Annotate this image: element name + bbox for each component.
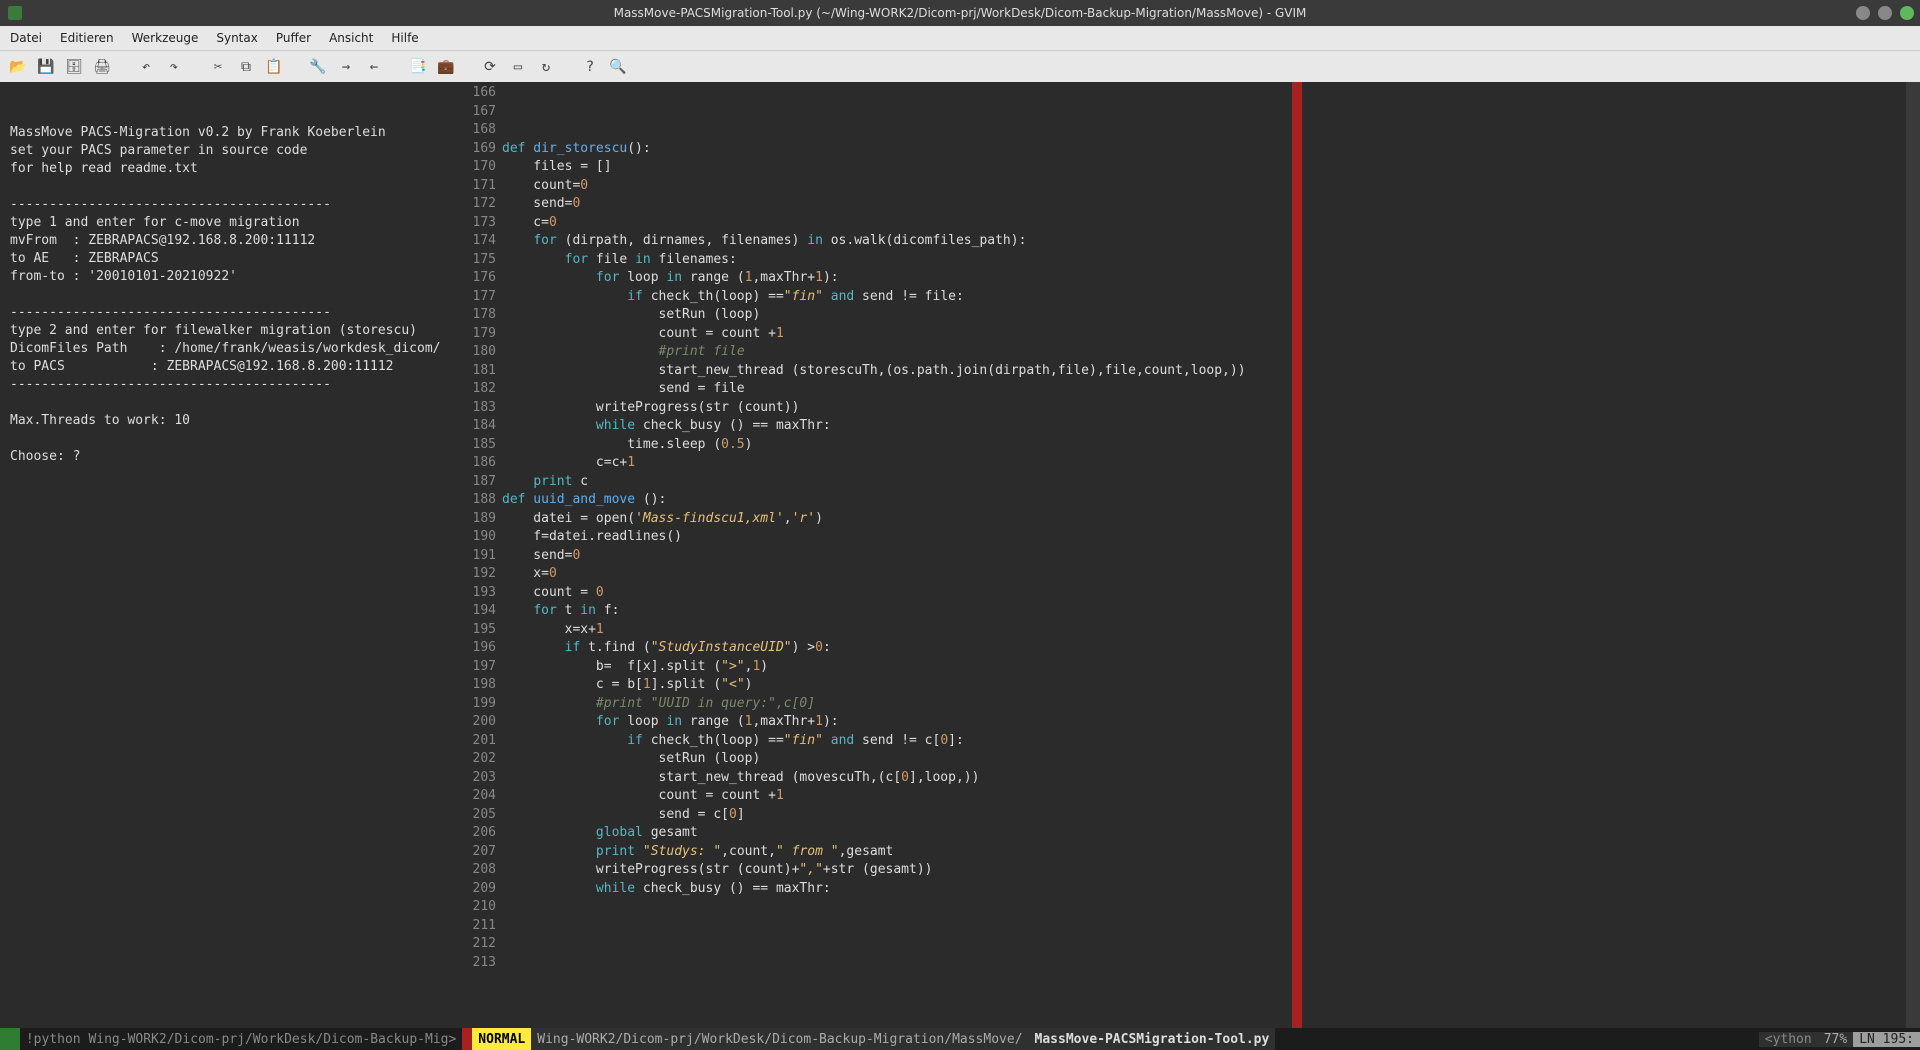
left-pane-terminal[interactable]: MassMove PACS-Migration v0.2 by Frank Ko… <box>0 82 460 1028</box>
line-number-gutter: 166 167 168 169 170 171 172 173 174 175 … <box>460 82 502 1028</box>
menu-editieren[interactable]: Editieren <box>60 31 114 45</box>
code-line[interactable]: #print file <box>502 343 1906 362</box>
redo-icon[interactable]: ↷ <box>162 55 186 79</box>
copy-icon[interactable]: ⧉ <box>234 55 258 79</box>
code-line[interactable]: for loop in range (1,maxThr+1): <box>502 269 1906 288</box>
new-session-icon[interactable]: 📑 <box>406 55 430 79</box>
menu-syntax[interactable]: Syntax <box>216 31 257 45</box>
save-session-icon[interactable]: 💼 <box>434 55 458 79</box>
window-title: MassMove-PACSMigration-Tool.py (~/Wing-W… <box>614 6 1307 20</box>
code-line[interactable]: x=x+1 <box>502 621 1906 640</box>
code-line[interactable]: if t.find ("StudyInstanceUID") >0: <box>502 639 1906 658</box>
code-line[interactable]: print c <box>502 473 1906 492</box>
status-mode: NORMAL <box>472 1028 531 1050</box>
status-filename: MassMove-PACSMigration-Tool.py <box>1029 1028 1276 1050</box>
menubar: Datei Editieren Werkzeuge Syntax Puffer … <box>0 26 1920 50</box>
maximize-icon[interactable] <box>1878 6 1892 20</box>
code-line[interactable]: writeProgress(str (count)) <box>502 399 1906 418</box>
vertical-scrollbar[interactable] <box>1906 82 1920 1028</box>
code-line[interactable]: count = count +1 <box>502 325 1906 344</box>
find-next-icon[interactable]: → <box>334 55 358 79</box>
code-line[interactable]: writeProgress(str (count)+","+str (gesam… <box>502 861 1906 880</box>
paste-icon[interactable]: 📋 <box>262 55 286 79</box>
code-line[interactable]: while check_busy () == maxThr: <box>502 880 1906 899</box>
code-line[interactable]: f=datei.readlines() <box>502 528 1906 547</box>
code-line[interactable]: send=0 <box>502 547 1906 566</box>
code-line[interactable]: time.sleep (0.5) <box>502 436 1906 455</box>
status-command: !python Wing-WORK2/Dicom-prj/WorkDesk/Di… <box>20 1028 462 1050</box>
code-line[interactable]: #print "UUID in query:",c[0] <box>502 695 1906 714</box>
save-icon[interactable]: 💾 <box>34 55 58 79</box>
app-icon <box>8 6 22 20</box>
code-line[interactable]: setRun (loop) <box>502 306 1906 325</box>
status-line-number: LN 195: <box>1853 1032 1920 1047</box>
code-line[interactable]: if check_th(loop) =="fin" and send != c[… <box>502 732 1906 751</box>
close-icon[interactable] <box>1900 6 1914 20</box>
toolbar: 📂 💾 🗄 🖨 ↶ ↷ ✂ ⧉ 📋 🔧 → ← 📑 💼 ⟳ ▭ ↻ ? 🔍 <box>0 50 1920 82</box>
code-line[interactable]: c=0 <box>502 214 1906 233</box>
code-line[interactable]: setRun (loop) <box>502 750 1906 769</box>
find-prev-icon[interactable]: ← <box>362 55 386 79</box>
minimize-icon[interactable] <box>1856 6 1870 20</box>
menu-puffer[interactable]: Puffer <box>276 31 311 45</box>
menu-ansicht[interactable]: Ansicht <box>329 31 373 45</box>
menu-werkzeuge[interactable]: Werkzeuge <box>132 31 199 45</box>
code-line[interactable]: send=0 <box>502 195 1906 214</box>
saveall-icon[interactable]: 🗄 <box>62 55 86 79</box>
status-left-indicator <box>0 1028 20 1050</box>
code-line[interactable]: send = c[0] <box>502 806 1906 825</box>
code-line[interactable]: count=0 <box>502 177 1906 196</box>
code-line[interactable]: b= f[x].split (">",1) <box>502 658 1906 677</box>
status-filetype: <ython <box>1759 1032 1818 1047</box>
help-icon[interactable]: ? <box>578 55 602 79</box>
code-line[interactable]: count = 0 <box>502 584 1906 603</box>
code-line[interactable]: c=c+1 <box>502 454 1906 473</box>
code-line[interactable]: def uuid_and_move (): <box>502 491 1906 510</box>
code-line[interactable]: x=0 <box>502 565 1906 584</box>
code-line[interactable]: count = count +1 <box>502 787 1906 806</box>
find-help-icon[interactable]: 🔍 <box>606 55 630 79</box>
code-line[interactable]: print "Studys: ",count," from ",gesamt <box>502 843 1906 862</box>
make-icon[interactable]: ▭ <box>506 55 530 79</box>
code-line[interactable]: datei = open('Mass-findscu1,xml','r') <box>502 510 1906 529</box>
status-percent: 77% <box>1818 1032 1853 1047</box>
status-path: Wing-WORK2/Dicom-prj/WorkDesk/Dicom-Back… <box>531 1028 1028 1050</box>
code-editor[interactable]: def dir_storescu(): files = [] count=0 s… <box>502 82 1906 1028</box>
shell-icon[interactable]: ↻ <box>534 55 558 79</box>
code-line[interactable]: if check_th(loop) =="fin" and send != fi… <box>502 288 1906 307</box>
code-line[interactable]: def dir_storescu(): <box>502 140 1906 159</box>
code-line[interactable]: start_new_thread (movescuTh,(c[0],loop,)… <box>502 769 1906 788</box>
code-line[interactable]: for (dirpath, dirnames, filenames) in os… <box>502 232 1906 251</box>
cut-icon[interactable]: ✂ <box>206 55 230 79</box>
code-line[interactable]: for loop in range (1,maxThr+1): <box>502 713 1906 732</box>
code-line[interactable]: start_new_thread (storescuTh,(os.path.jo… <box>502 362 1906 381</box>
menu-hilfe[interactable]: Hilfe <box>391 31 418 45</box>
editor-area: MassMove PACS-Migration v0.2 by Frank Ko… <box>0 82 1920 1028</box>
code-line[interactable]: send = file <box>502 380 1906 399</box>
run-script-icon[interactable]: ⟳ <box>478 55 502 79</box>
window-titlebar: MassMove-PACSMigration-Tool.py (~/Wing-W… <box>0 0 1920 26</box>
status-sep-red <box>462 1028 472 1050</box>
print-icon[interactable]: 🖨 <box>90 55 114 79</box>
code-line[interactable]: for file in filenames: <box>502 251 1906 270</box>
code-line[interactable]: while check_busy () == maxThr: <box>502 417 1906 436</box>
code-line[interactable]: files = [] <box>502 158 1906 177</box>
statusbar: !python Wing-WORK2/Dicom-prj/WorkDesk/Di… <box>0 1028 1920 1050</box>
open-icon[interactable]: 📂 <box>6 55 30 79</box>
menu-datei[interactable]: Datei <box>10 31 42 45</box>
color-column <box>1292 82 1302 1028</box>
code-line[interactable]: for t in f: <box>502 602 1906 621</box>
undo-icon[interactable]: ↶ <box>134 55 158 79</box>
window-controls <box>1856 6 1914 20</box>
find-replace-icon[interactable]: 🔧 <box>306 55 330 79</box>
code-line[interactable]: global gesamt <box>502 824 1906 843</box>
code-line[interactable]: c = b[1].split ("<") <box>502 676 1906 695</box>
